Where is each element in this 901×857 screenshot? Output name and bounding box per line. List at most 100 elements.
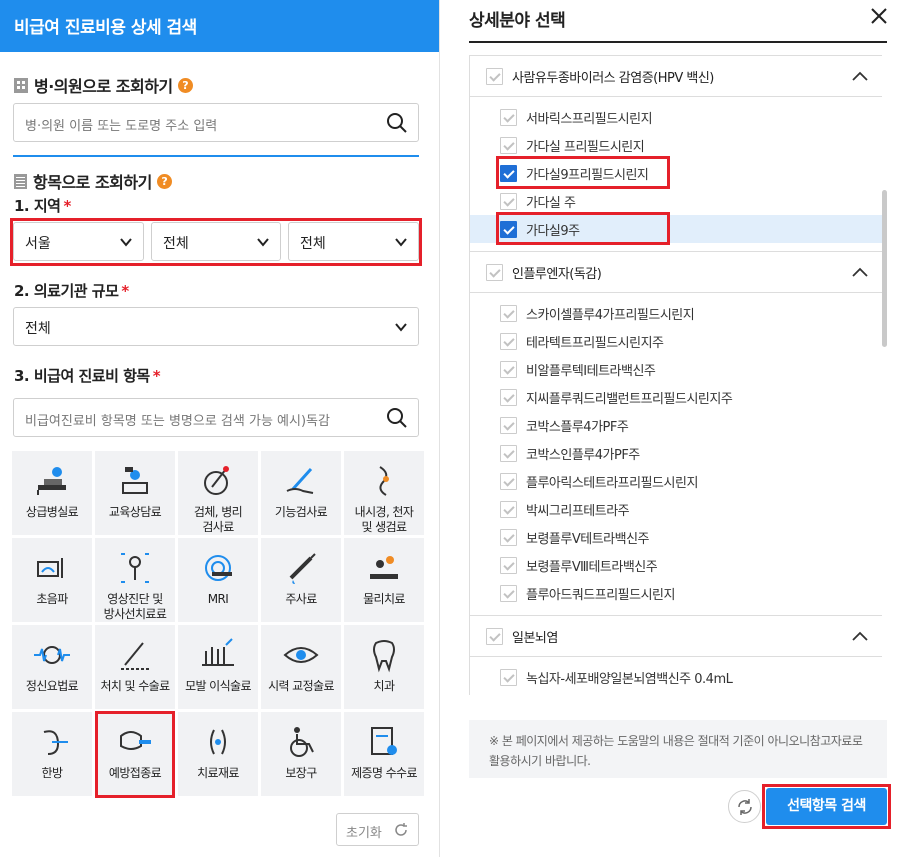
category-item[interactable]: 치료재료 bbox=[178, 712, 258, 796]
wheelchair-icon bbox=[290, 727, 314, 757]
size-label: 2. 의료기관 규모 * bbox=[14, 282, 129, 300]
detail-item[interactable]: 가다실 프리필드시린지 bbox=[470, 131, 882, 159]
item-checkbox[interactable] bbox=[500, 416, 517, 434]
category-item[interactable]: 초음파 bbox=[12, 538, 92, 622]
left-panel: 비급여 진료비용 상세 검색 병·의원으로 조회하기 ? 병·의원 이름 또는 … bbox=[0, 0, 440, 857]
microscope-icon bbox=[204, 466, 229, 495]
category-label: MRI bbox=[207, 592, 229, 606]
category-item[interactable]: 내시경, 천자 및 생검료 bbox=[344, 451, 424, 535]
category-item[interactable]: 영상진단 및 방사선치료료 bbox=[95, 538, 175, 622]
category-label: 물리치료 bbox=[363, 592, 405, 606]
detail-item[interactable]: 플루아드쿼드프리필드시린지 bbox=[470, 579, 882, 607]
item-section-title: 항목으로 조회하기 ? bbox=[14, 169, 172, 193]
syringe-icon bbox=[289, 553, 316, 584]
category-label: 내시경, 천자 및 생검료 bbox=[354, 505, 414, 534]
item-checkbox[interactable] bbox=[500, 108, 517, 126]
item-label: 스카이셀플루4가프리필드시린지 bbox=[526, 307, 695, 323]
item-label: 플루아릭스테트라프리필드시린지 bbox=[526, 475, 698, 491]
item-checkbox[interactable] bbox=[500, 500, 517, 518]
close-icon[interactable] bbox=[869, 6, 889, 26]
category-item[interactable]: 상급병실료 bbox=[12, 451, 92, 535]
group-header[interactable]: 사람유두종바이러스 감염증(HPV 백신) bbox=[470, 55, 882, 97]
item-checkbox[interactable] bbox=[500, 444, 517, 462]
detail-item[interactable]: 보령플루Ⅴ테트라백신주 bbox=[470, 523, 882, 551]
physical-therapy-icon bbox=[370, 556, 398, 579]
item-checkbox[interactable] bbox=[500, 584, 517, 602]
surgery-icon bbox=[121, 642, 149, 670]
item-label: 가다실 주 bbox=[526, 195, 576, 211]
category-item[interactable]: MRI bbox=[178, 538, 258, 622]
item-checkbox[interactable] bbox=[500, 136, 517, 154]
detail-item[interactable]: 녹십자-세포배양일본뇌염백신주 0.4mL bbox=[470, 663, 882, 691]
category-item[interactable]: 한방 bbox=[12, 712, 92, 796]
group-checkbox[interactable] bbox=[486, 67, 503, 85]
category-item[interactable]: 기능검사료 bbox=[261, 451, 341, 535]
group-header[interactable]: 인플루엔자(독감) bbox=[470, 251, 882, 293]
category-item[interactable]: 모발 이식술료 bbox=[178, 625, 258, 709]
item-label: 지씨플루쿼드리밸런트프리필드시린지주 bbox=[526, 391, 733, 407]
category-item[interactable]: 검체, 병리 검사료 bbox=[178, 451, 258, 535]
category-item[interactable]: 제증명 수수료 bbox=[344, 712, 424, 796]
detail-item[interactable]: 지씨플루쿼드리밸런트프리필드시린지주 bbox=[470, 383, 882, 411]
hospital-search-input[interactable]: 병·의원 이름 또는 도로명 주소 입력 bbox=[13, 103, 419, 142]
category-label: 치료재료 bbox=[197, 766, 239, 780]
category-label: 상급병실료 bbox=[25, 505, 79, 519]
detail-item[interactable]: 플루아릭스테트라프리필드시린지 bbox=[470, 467, 882, 495]
item-checkbox[interactable] bbox=[500, 332, 517, 350]
refresh-button[interactable] bbox=[728, 790, 761, 823]
item-search-input[interactable]: 비급여진료비 항목명 또는 병명으로 검색 가능 예시)독감 bbox=[13, 398, 419, 437]
chevron-up-icon[interactable] bbox=[851, 266, 869, 278]
counseling-icon bbox=[122, 467, 148, 494]
detail-item[interactable]: 테라텍트프리필드시린지주 bbox=[470, 327, 882, 355]
category-item[interactable]: 시력 교정술료 bbox=[261, 625, 341, 709]
detail-item[interactable]: 스카이셀플루4가프리필드시린지 bbox=[470, 299, 882, 327]
detail-item[interactable]: 서바릭스프리필드시린지 bbox=[470, 103, 882, 131]
group-label: 인플루엔자(독감) bbox=[512, 266, 602, 282]
detail-item[interactable]: 코박스인플루4가PF주 bbox=[470, 439, 882, 467]
scrollbar[interactable] bbox=[882, 190, 887, 347]
help-icon[interactable]: ? bbox=[177, 77, 193, 93]
ultrasound-icon bbox=[37, 558, 63, 578]
institution-size-select[interactable]: 전체 bbox=[13, 307, 419, 346]
item-search-placeholder: 비급여진료비 항목명 또는 병명으로 검색 가능 예시)독감 bbox=[25, 414, 330, 429]
detail-item[interactable]: 비알플루텍I테트라백신주 bbox=[470, 355, 882, 383]
chevron-up-icon[interactable] bbox=[851, 630, 869, 642]
category-label: 초음파 bbox=[36, 592, 68, 606]
xray-icon bbox=[121, 553, 149, 583]
category-item[interactable]: 보장구 bbox=[261, 712, 341, 796]
category-item[interactable]: 주사료 bbox=[261, 538, 341, 622]
item-checkbox[interactable] bbox=[500, 472, 517, 490]
help-icon[interactable]: ? bbox=[156, 173, 172, 189]
group-header[interactable]: 일본뇌염 bbox=[470, 615, 882, 657]
reset-label: 초기화 bbox=[346, 826, 382, 841]
item-checkbox[interactable] bbox=[500, 304, 517, 322]
category-item[interactable]: 치과 bbox=[344, 625, 424, 709]
item-checkbox[interactable] bbox=[500, 528, 517, 546]
chevron-up-icon[interactable] bbox=[851, 70, 869, 82]
item-checkbox[interactable] bbox=[500, 388, 517, 406]
search-icon[interactable] bbox=[386, 407, 408, 429]
item-checkbox[interactable] bbox=[500, 668, 517, 686]
category-label: 한방 bbox=[41, 766, 63, 780]
left-panel-title: 비급여 진료비용 상세 검색 bbox=[0, 0, 439, 52]
category-item[interactable]: 물리치료 bbox=[344, 538, 424, 622]
group-label: 사람유두종바이러스 감염증(HPV 백신) bbox=[512, 70, 714, 86]
tooth-icon bbox=[373, 640, 395, 673]
group-checkbox[interactable] bbox=[486, 627, 503, 645]
item-checkbox[interactable] bbox=[500, 556, 517, 574]
group-checkbox[interactable] bbox=[486, 263, 503, 281]
detail-tree: 사람유두종바이러스 감염증(HPV 백신) 서바릭스프리필드시린지 가다실 프리필드… bbox=[469, 55, 882, 695]
detail-item[interactable]: 코박스플루4가PF주 bbox=[470, 411, 882, 439]
category-item[interactable]: 교육상담료 bbox=[95, 451, 175, 535]
reset-button[interactable]: 초기화 bbox=[336, 813, 419, 846]
detail-item[interactable]: 가다실 주 bbox=[470, 187, 882, 215]
detail-item[interactable]: 박씨그리프테트라주 bbox=[470, 495, 882, 523]
vaccine-highlight-box bbox=[95, 711, 175, 798]
item-checkbox[interactable] bbox=[500, 360, 517, 378]
category-item[interactable]: 정신요법료 bbox=[12, 625, 92, 709]
detail-item[interactable]: 보령플루Ⅷ테트라백신주 bbox=[470, 551, 882, 579]
refresh-icon bbox=[738, 799, 752, 815]
search-icon[interactable] bbox=[386, 112, 408, 134]
category-item[interactable]: 처치 및 수술료 bbox=[95, 625, 175, 709]
item-checkbox[interactable] bbox=[500, 192, 517, 210]
